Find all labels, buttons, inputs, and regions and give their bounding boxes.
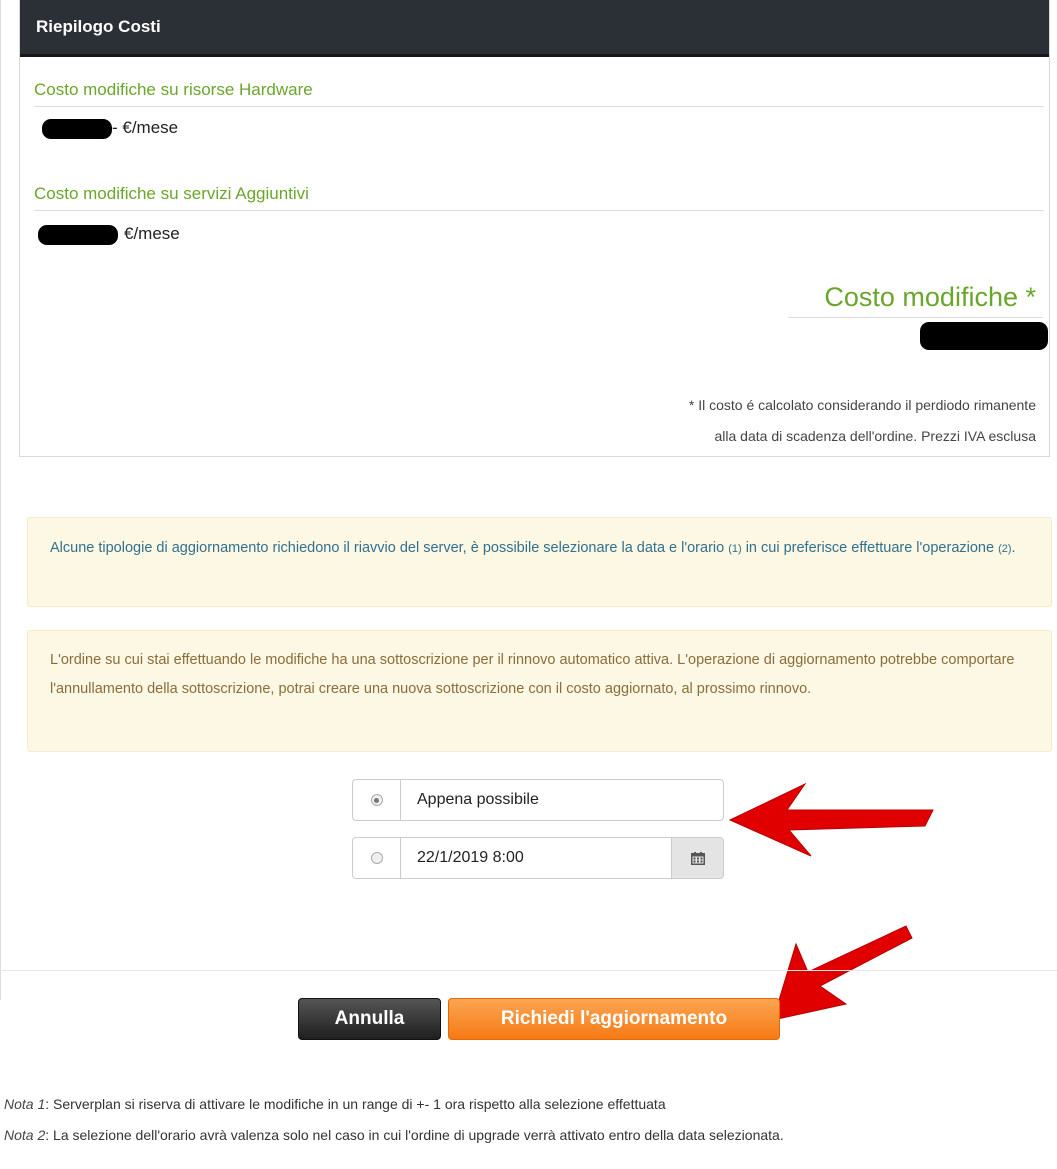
note-1-label: Nota 1 [4,1096,46,1112]
cost-summary-panel: Riepilogo Costi Costo modifiche su risor… [19,0,1050,457]
note-2-label: Nota 2 [4,1127,46,1143]
services-cost-redacted [38,224,118,245]
page-left-border [0,0,1,1000]
info-alert-text-2: in cui preferisce effettuare l'operazion… [745,540,995,556]
cost-footnote-line2: alla data di scadenza dell'ordine. Prezz… [714,428,1037,444]
total-cost-divider [788,317,1043,318]
cancel-button[interactable]: Annulla [298,998,441,1040]
hardware-cost-line: - €/mese [34,118,178,139]
section-divider [0,970,1057,971]
asap-radio[interactable] [352,779,400,821]
request-update-button[interactable]: Richiedi l'aggiornamento [448,998,780,1040]
info-alert-text-1: Alcune tipologie di aggiornamento richie… [50,540,725,556]
info-ref-2: (2) [998,543,1012,555]
hardware-cost-redacted [42,118,112,139]
asap-label: Appena possibile [400,779,724,821]
radio-unchecked-icon [370,852,383,864]
hardware-divider [34,106,1044,107]
services-cost-title: Costo modifiche su servizi Aggiuntivi [34,184,309,203]
annotation-arrow-icon [728,782,934,857]
subscription-warning-text: L'ordine su cui stai effettuando le modi… [50,652,1015,697]
radio-checked-icon [370,794,383,806]
subscription-warning-alert: L'ordine su cui stai effettuando le modi… [27,630,1052,752]
annotation-arrow-icon [772,925,913,1021]
hardware-cost-title: Costo modifiche su risorse Hardware [34,80,313,99]
schedule-option-date: 22/1/2019 8:00 [352,837,724,879]
total-cost-redacted [920,322,1048,350]
total-cost-title: Costo modifiche * [824,282,1036,312]
hardware-cost-suffix: - €/mese [112,118,179,137]
calendar-icon [690,851,705,865]
services-cost-line: €/mese [20,224,180,245]
note-1: Nota 1: Serverplan si riserva di attivar… [4,1096,666,1112]
date-radio[interactable] [352,837,400,879]
calendar-button[interactable] [672,837,724,879]
schedule-option-asap: Appena possibile [352,779,724,821]
info-ref-1: (1) [728,543,742,555]
note-2: Nota 2: La selezione dell'orario avrà va… [4,1127,784,1143]
cost-footnote-line1: * Il costo é calcolato considerando il p… [688,397,1036,413]
panel-title: Riepilogo Costi [20,0,1049,57]
note-2-text: : La selezione dell'orario avrà valenza … [45,1127,784,1143]
note-1-text: : Serverplan si riserva di attivare le m… [45,1096,666,1112]
info-alert: Alcune tipologie di aggiornamento richie… [27,517,1052,607]
services-cost-suffix: €/mese [124,224,180,243]
info-alert-end: . [1011,540,1016,556]
services-divider [34,210,1044,211]
date-time-input[interactable]: 22/1/2019 8:00 [400,837,672,879]
